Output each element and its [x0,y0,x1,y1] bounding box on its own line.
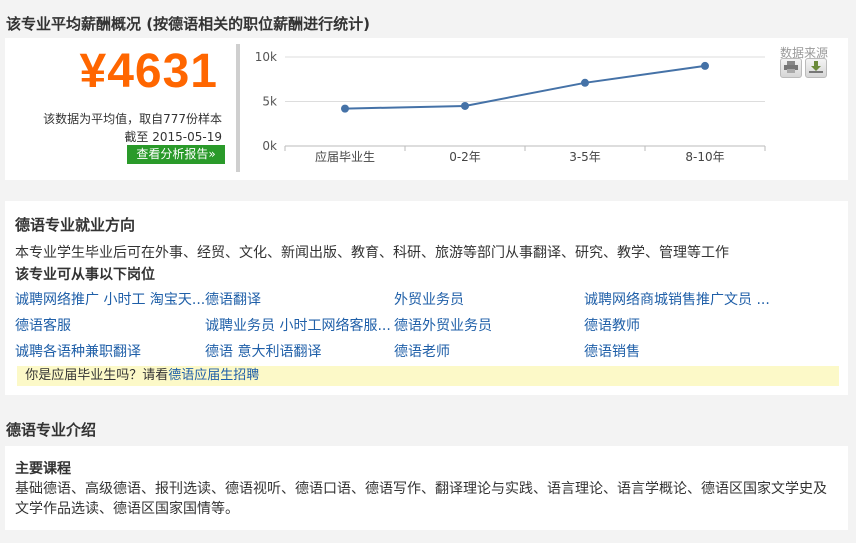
y-tick-label: 5k [262,95,277,109]
data-point [581,78,589,87]
job-link[interactable]: 德语教师 [584,315,640,335]
y-tick-label: 10k [255,50,277,64]
job-link[interactable]: 诚聘业务员 小时工网络客服... [205,315,391,335]
job-link[interactable]: 德语客服 [15,315,71,335]
intro-panel: 主要课程 基础德语、高级德语、报刊选读、德语视听、德语口语、德语写作、翻译理论与… [5,446,848,530]
series-line [344,64,706,110]
printer-icon [784,61,798,73]
job-link[interactable]: 诚聘各语种兼职翻译 [15,341,141,361]
positions-title: 该专业可从事以下岗位 [15,267,155,283]
download-button[interactable] [805,58,827,78]
courses-title: 主要课程 [15,461,71,477]
print-button[interactable] [780,58,802,78]
job-link[interactable]: 诚聘网络商城销售推广文员 ... [584,289,770,309]
view-report-button[interactable]: 查看分析报告» [127,145,225,164]
salary-panel: ¥4631 该数据为平均值，取自777份样本 截至 2015-05-19 查看分… [5,38,848,180]
salary-chart: 0k 5k 10k 应届毕业生 0-2年 3-5年 8-10年 [255,50,766,164]
job-link[interactable]: 德语老师 [394,341,450,361]
sample-note: 该数据为平均值，取自777份样本 [43,110,222,127]
job-link[interactable]: 诚聘网络推广 小时工 淘宝天... [15,289,205,309]
as-of-label: 截至 [124,130,149,144]
courses-text: 基础德语、高级德语、报刊选读、德语视听、德语口语、德语写作、翻译理论与实践、语言… [15,481,827,517]
average-salary: ¥4631 [79,45,218,98]
vertical-divider [236,44,240,172]
job-link[interactable]: 德语外贸业务员 [394,315,492,335]
graduate-hint-bar: 你是应届毕业生吗？请看德语应届生招聘 [17,366,839,386]
download-icon [809,61,823,73]
graduate-jobs-link[interactable]: 德语应届生招聘 [168,368,259,383]
as-of-date: 2015-05-19 [152,130,222,144]
salary-section-title: 该专业平均薪酬概况 (按德语相关的职位薪酬进行统计) [6,15,370,33]
job-link[interactable]: 德语 意大利语翻译 [205,341,321,361]
job-link[interactable]: 德语翻译 [205,289,261,309]
x-tick-label: 0-2年 [449,150,481,164]
sample-count: 777 [163,112,186,126]
employment-description: 本专业学生毕业后可在外事、经贸、文化、新闻出版、教育、科研、旅游等部门从事翻译、… [15,245,729,261]
sample-note-suffix: 份样本 [185,112,222,126]
employment-panel: 德语专业就业方向 本专业学生毕业后可在外事、经贸、文化、新闻出版、教育、科研、旅… [5,201,848,395]
hint-text: 你是应届毕业生吗？请看 [25,368,169,383]
employment-title: 德语专业就业方向 [15,216,136,234]
intro-section-title: 德语专业介绍 [6,421,97,439]
y-tick-label: 0k [262,139,277,153]
as-of-note: 截至 2015-05-19 [124,128,222,145]
x-tick-label: 3-5年 [569,150,601,164]
data-point [461,101,469,110]
x-tick-label: 8-10年 [685,150,724,164]
job-link[interactable]: 德语销售 [584,341,640,361]
data-point [341,104,349,113]
job-link[interactable]: 外贸业务员 [394,289,464,309]
x-tick-label: 应届毕业生 [315,149,375,164]
data-point [701,61,709,70]
sample-note-prefix: 该数据为平均值，取自 [43,112,164,126]
